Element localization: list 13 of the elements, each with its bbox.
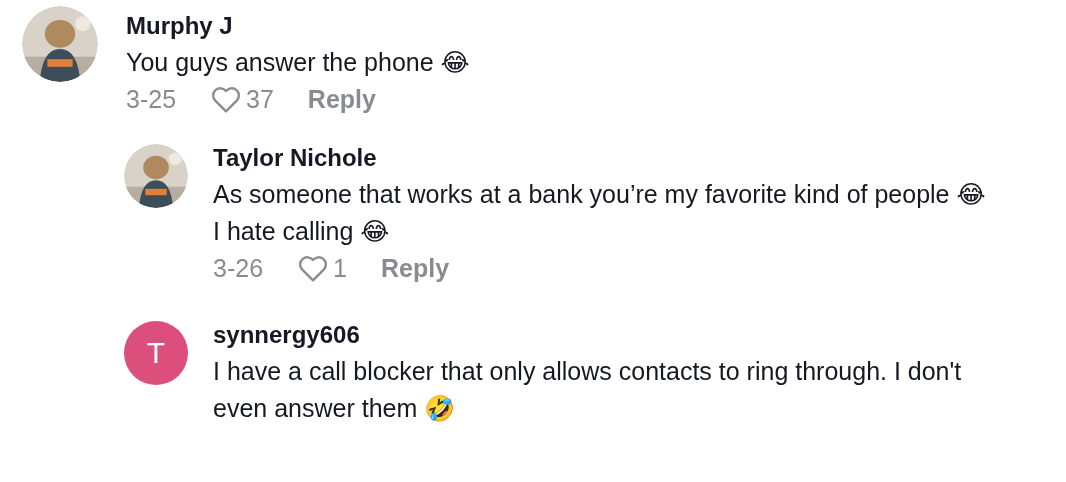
- comment-text: You guys answer the phone 😂: [126, 47, 470, 78]
- avatar: T: [124, 321, 188, 385]
- username[interactable]: Taylor Nichole: [213, 140, 998, 176]
- username[interactable]: synnergy606: [213, 317, 998, 353]
- like-count: 1: [333, 254, 347, 283]
- heart-icon[interactable]: [210, 85, 243, 114]
- like-count: 37: [246, 85, 274, 114]
- comment-text: As someone that works at a bank you’re my favorite kind of people 😂 I hate calling 😂: [213, 179, 987, 247]
- comment-date: 3-26: [213, 254, 264, 283]
- comment-text: I have a call blocker that only allows contacts to ring through. I don't even answer them 🤣: [213, 356, 963, 424]
- heart-icon[interactable]: [297, 254, 330, 283]
- comment-date: 3-25: [126, 85, 177, 114]
- username[interactable]: Murphy J: [126, 8, 470, 44]
